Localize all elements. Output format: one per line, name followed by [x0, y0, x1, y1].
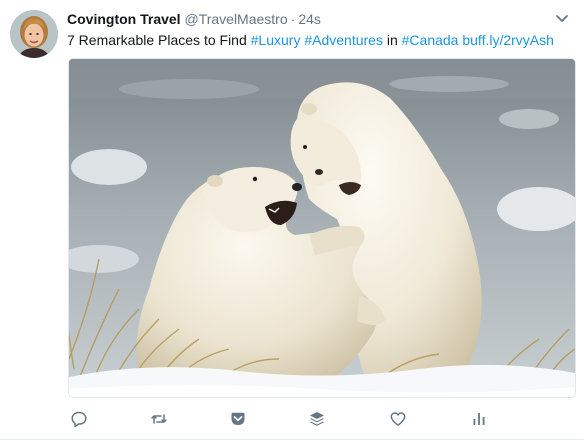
separator-dot: ·: [290, 11, 296, 27]
tweet-header: Covington Travel @TravelMaestro · 24s: [67, 10, 544, 28]
avatar[interactable]: [10, 10, 58, 58]
timestamp[interactable]: 24s: [298, 11, 321, 27]
reply-icon[interactable]: [68, 408, 90, 430]
chevron-down-icon[interactable]: [554, 12, 570, 26]
display-name[interactable]: Covington Travel: [67, 11, 181, 27]
retweet-icon[interactable]: [148, 408, 170, 430]
polar-bears-photo: [69, 59, 575, 397]
hashtag-luxury[interactable]: #Luxury: [251, 32, 301, 48]
tweet-text-intro: 7 Remarkable Places to Find: [67, 32, 251, 48]
pocket-icon[interactable]: [227, 408, 249, 430]
tweet-link[interactable]: buff.ly/2rvyAsh: [462, 32, 554, 48]
tweet-text: 7 Remarkable Places to Find #Luxury #Adv…: [67, 31, 568, 49]
tweet-media[interactable]: [68, 58, 576, 398]
hashtag-adventures[interactable]: #Adventures: [304, 32, 383, 48]
like-icon[interactable]: [387, 408, 409, 430]
avatar-image: [10, 10, 58, 58]
tweet-actions: [68, 406, 574, 432]
tweet-card[interactable]: Covington Travel @TravelMaestro · 24s 7 Re…: [0, 0, 584, 440]
analytics-icon[interactable]: [468, 408, 490, 430]
text-in: in: [382, 32, 402, 48]
hashtag-canada[interactable]: #Canada: [402, 32, 459, 48]
buffer-icon[interactable]: [306, 408, 328, 430]
user-handle[interactable]: @TravelMaestro: [184, 11, 287, 27]
